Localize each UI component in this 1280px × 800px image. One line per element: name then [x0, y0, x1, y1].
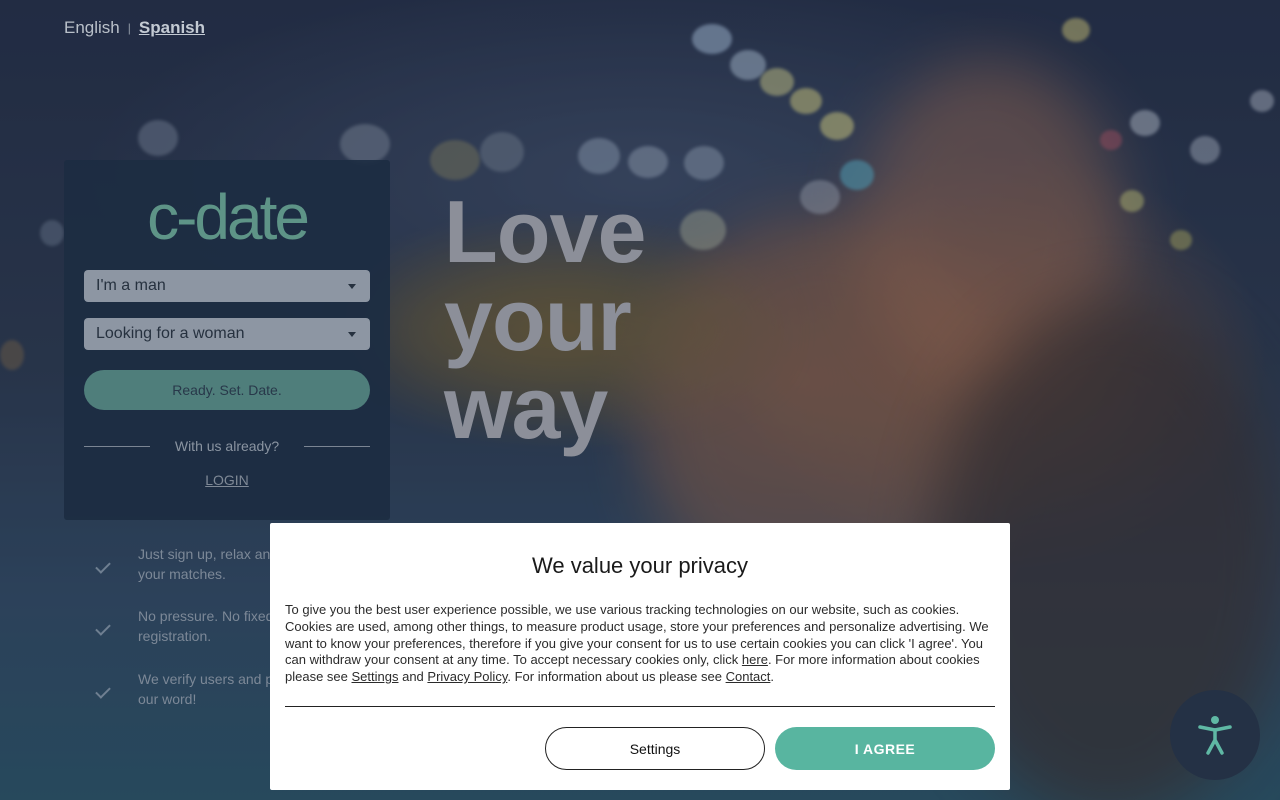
brand-logo[interactable]: c-date	[64, 180, 390, 254]
headline-line-3: way	[444, 358, 608, 457]
seeking-select-value: Looking for a woman	[96, 325, 245, 342]
divider-line	[304, 445, 370, 447]
headline-line-1: Love	[444, 182, 646, 281]
existing-user-divider: With us already?	[84, 438, 370, 454]
caret-down-icon	[348, 284, 356, 289]
privacy-text: and	[398, 669, 428, 685]
language-spanish-link[interactable]: Spanish	[139, 18, 205, 38]
settings-button[interactable]: Settings	[545, 727, 765, 770]
accessibility-button[interactable]	[1170, 690, 1260, 780]
divider-line	[84, 445, 150, 447]
cookie-settings-link[interactable]: Settings	[352, 669, 399, 684]
accessibility-person-icon	[1198, 716, 1232, 755]
caret-down-icon	[348, 332, 356, 337]
gender-select[interactable]: I'm a man	[84, 270, 370, 302]
privacy-text: . For information about us please see	[507, 669, 726, 685]
privacy-text: .	[770, 669, 775, 685]
existing-user-text: With us already?	[174, 438, 280, 454]
gender-select-value: I'm a man	[96, 277, 166, 294]
seeking-select[interactable]: Looking for a woman	[84, 318, 370, 350]
headline-line-2: your	[444, 270, 632, 369]
login-link[interactable]: LOGIN	[64, 472, 390, 488]
signup-card: c-date I'm a man Looking for a woman Rea…	[64, 160, 390, 520]
privacy-dialog-body: To give you the best user experience pos…	[285, 602, 995, 686]
contact-link[interactable]: Contact	[726, 669, 771, 684]
privacy-consent-dialog: We value your privacy To give you the be…	[270, 523, 1010, 790]
language-switcher: English | Spanish	[64, 18, 205, 38]
privacy-policy-link[interactable]: Privacy Policy	[427, 669, 507, 684]
hero-headline: Love your way	[444, 182, 646, 457]
ready-set-date-button[interactable]: Ready. Set. Date.	[84, 370, 370, 410]
language-separator: |	[127, 21, 131, 35]
agree-button[interactable]: I AGREE	[775, 727, 995, 770]
language-english-link[interactable]: English	[64, 18, 120, 38]
privacy-dialog-title: We value your privacy	[531, 553, 748, 578]
dialog-divider	[285, 706, 995, 707]
necessary-cookies-link[interactable]: here	[742, 652, 768, 667]
